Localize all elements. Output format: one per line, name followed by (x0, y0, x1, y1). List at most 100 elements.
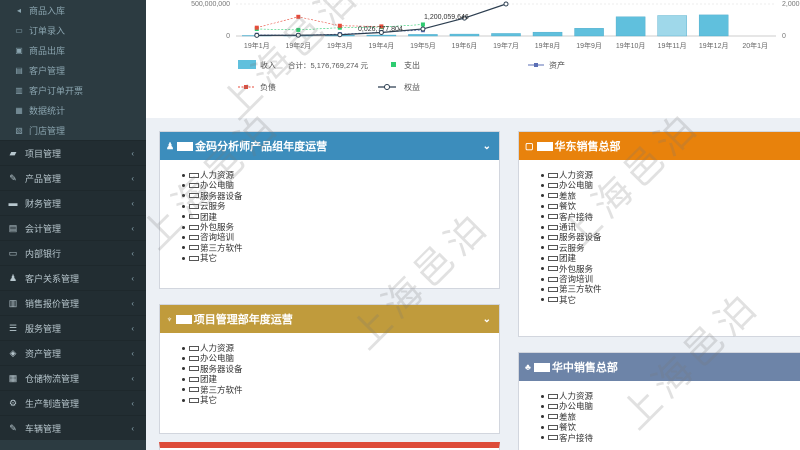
box-header[interactable]: ♆ 项目管理部年度运营 ⌄ (160, 305, 499, 333)
bar (698, 14, 729, 37)
sidebar-item[interactable]: ▭ 内部银行 ‹ (0, 240, 146, 265)
asset-icon: ◈ (9, 347, 17, 358)
warehouse-icon: ▦ (8, 372, 18, 383)
box-title: 金码分析师产品组年度运营 (195, 141, 328, 153)
list-item: 人力资源 (182, 343, 499, 353)
box-header[interactable]: ♟ 金码分析师产品组年度运营 ⌄ (160, 132, 499, 160)
sidebar-item[interactable]: ♟ 客户关系管理 ‹ (0, 265, 146, 290)
sidebar-item[interactable]: ▬ 财务管理 ‹ (0, 190, 146, 215)
x-tick-label: 20年1月 (742, 41, 768, 50)
bullet (541, 236, 544, 240)
list-item-label: 其它 (559, 294, 577, 305)
x-tick-label: 19年10月 (616, 41, 646, 50)
list-item: 人力资源 (541, 391, 800, 401)
chevron-left-icon: ‹ (131, 323, 134, 333)
bullet (541, 194, 544, 198)
legend-swatch (384, 84, 390, 90)
box-title: 华东销售总部 (554, 141, 621, 153)
list-item: 办公电脑 (541, 180, 800, 190)
x-tick-label: 19年8月 (535, 41, 561, 50)
bullet (182, 398, 185, 402)
chevron-down-icon[interactable]: ⌄ (483, 314, 491, 325)
list-item-label: 办公电脑 (200, 353, 235, 364)
bullet (541, 394, 544, 398)
bar (532, 31, 563, 37)
list-item-label: 外包服务 (559, 263, 594, 274)
bullet (541, 267, 544, 271)
legend-swatch (534, 63, 538, 67)
bullet (541, 215, 544, 219)
list-item: 团建 (541, 253, 800, 263)
list-item: 云服务 (541, 243, 800, 253)
sidebar-item[interactable]: ✎ 产品管理 ‹ (0, 165, 146, 190)
box-item-list: 人力资源 办公电脑 服务器设备 云服务 团建 外包服务 咨询培训 第三方软件 其它 (160, 160, 499, 264)
box-icon: ▣ (15, 45, 23, 55)
y-tick-label: 500,000,000 (191, 1, 230, 8)
people-icon: ♟ (8, 272, 18, 283)
sidebar-item-label: 生产制造管理 (25, 398, 80, 409)
sidebar-item[interactable]: ▤ 会计管理 ‹ (0, 215, 146, 240)
y-tick-label: 0 (226, 33, 230, 40)
sidebar-item-label: 内部银行 (25, 248, 62, 259)
legend-label: 负债 (260, 82, 276, 92)
sidebar-subitem[interactable]: ◂ 商品入库 (0, 0, 146, 20)
bar (449, 33, 480, 37)
chevron-down-icon[interactable]: ⌄ (483, 141, 491, 152)
bullet (182, 204, 185, 208)
sidebar-item[interactable]: ▥ 销售报价管理 ‹ (0, 290, 146, 315)
box-header[interactable]: ▢ 华东销售总部 (519, 132, 800, 160)
bar (366, 34, 397, 37)
bullet (541, 246, 544, 250)
list-item: 差旅 (541, 191, 800, 201)
box-item-list: 人力资源 办公电脑 差旅 餐饮 客户接待 (519, 381, 800, 443)
list-item-label: 第三方软件 (200, 242, 243, 253)
invoice-icon: ▥ (15, 85, 23, 95)
sidebar-item-label: 资产管理 (25, 348, 62, 359)
sidebar-subitem[interactable]: ▦ 数据统计 (0, 100, 146, 120)
stats-icon: ▦ (15, 105, 23, 115)
bullet (182, 184, 185, 188)
x-tick-label: 19年7月 (493, 41, 519, 50)
list-item: 其它 (182, 395, 499, 405)
sidebar-subitem[interactable]: ▧ 门店管理 (0, 120, 146, 140)
list-item: 外包服务 (182, 222, 499, 232)
sidebar-subitem[interactable]: ▤ 客户管理 (0, 60, 146, 80)
legend-label: 权益 (404, 82, 420, 92)
box-header[interactable]: ♣ 华中销售总部 (519, 353, 800, 381)
bullet (182, 357, 185, 361)
list-item-label: 餐饮 (559, 422, 577, 433)
item-tag (548, 172, 558, 178)
legend-swatch (244, 85, 248, 89)
box-title: 华中销售总部 (551, 362, 618, 374)
service-icon: ☰ (8, 322, 18, 333)
list-item-label: 外包服务 (200, 221, 235, 232)
list-item: 团建 (182, 374, 499, 384)
sidebar-item-label: 服务管理 (25, 323, 62, 334)
sidebar-subitem[interactable]: ▣ 商品出库 (0, 40, 146, 60)
sidebar-item[interactable]: ⚙ 生产制造管理 ‹ (0, 390, 146, 415)
bookmark-icon: ▭ (15, 25, 23, 35)
sidebar-item[interactable]: ✎ 车辆管理 ‹ (0, 415, 146, 440)
item-tag (548, 245, 558, 251)
list-item-label: 服务器设备 (200, 363, 243, 374)
label-tag (175, 314, 192, 324)
list-item: 办公电脑 (182, 353, 499, 363)
list-item-label: 其它 (200, 394, 218, 405)
bullet (182, 367, 185, 371)
bullet (182, 346, 185, 350)
bullet (182, 225, 185, 229)
bullet (541, 256, 544, 260)
item-tag (189, 193, 199, 199)
legend-swatch (238, 60, 256, 69)
sidebar-subitem[interactable]: ▥ 客户订单开票 (0, 80, 146, 100)
car-icon: ✎ (9, 422, 17, 433)
sidebar-item[interactable]: ▰ 项目管理 ‹ (0, 140, 146, 165)
bullet (182, 246, 185, 250)
sidebar-item[interactable]: ◈ 资产管理 ‹ (0, 340, 146, 365)
sidebar-subitem-label: 客户管理 (29, 65, 66, 76)
sidebar-subitem[interactable]: ▭ 订单录入 (0, 20, 146, 40)
list-item-label: 团建 (200, 211, 218, 222)
sidebar-item[interactable]: ▦ 仓储物流管理 ‹ (0, 365, 146, 390)
sidebar-item[interactable]: ☰ 服务管理 ‹ (0, 315, 146, 340)
list-item-label: 人力资源 (200, 343, 235, 353)
